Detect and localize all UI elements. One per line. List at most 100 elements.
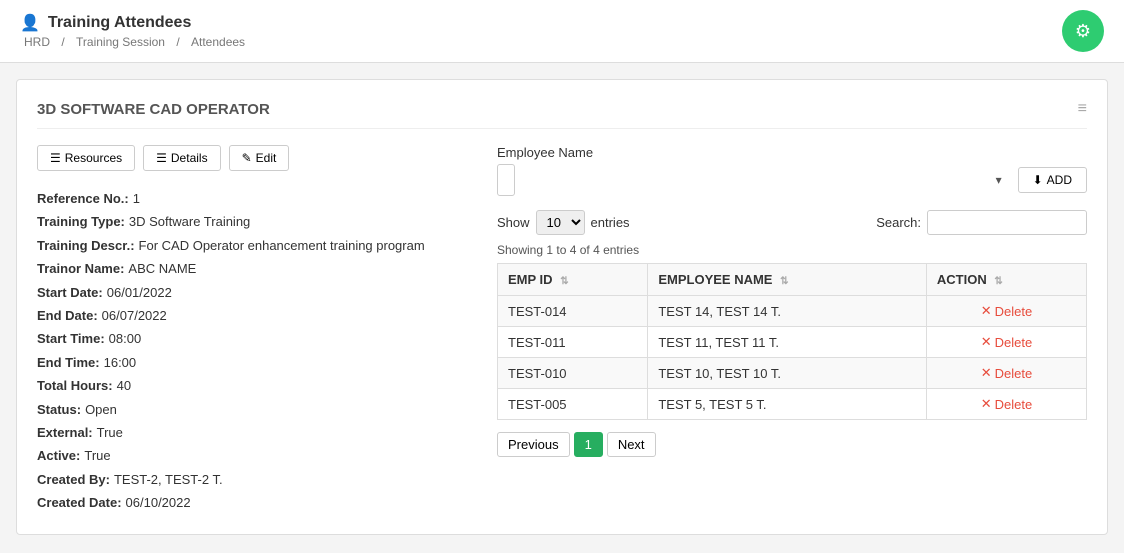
employee-name-select[interactable] bbox=[497, 164, 515, 196]
top-bar-left: 👤 Training Attendees HRD / Training Sess… bbox=[20, 13, 249, 49]
trainor-name-value: ABC NAME bbox=[128, 257, 196, 280]
trainor-name-label: Trainor Name: bbox=[37, 257, 124, 280]
created-by-label: Created By: bbox=[37, 468, 110, 491]
training-type-value: 3D Software Training bbox=[129, 210, 250, 233]
info-active: Active: True bbox=[37, 444, 477, 467]
delete-link[interactable]: ✕ Delete bbox=[981, 334, 1032, 350]
search-label: Search: bbox=[876, 215, 921, 230]
edit-label: Edit bbox=[256, 151, 277, 165]
section-header: 3D SOFTWARE CAD OPERATOR ≡ bbox=[37, 100, 1087, 129]
next-button[interactable]: Next bbox=[607, 432, 656, 457]
delete-x-icon: ✕ bbox=[981, 365, 992, 381]
created-by-value: TEST-2, TEST-2 T. bbox=[114, 468, 223, 491]
details-label: Details bbox=[171, 151, 208, 165]
cell-emp-id: TEST-011 bbox=[498, 327, 648, 358]
col-employee-name-label: EMPLOYEE NAME bbox=[658, 272, 772, 287]
sort-emp-id-icon[interactable]: ⇅ bbox=[560, 276, 568, 287]
breadcrumb-sep1: / bbox=[61, 35, 64, 49]
info-start-time: Start Time: 08:00 bbox=[37, 327, 477, 350]
next-label: Next bbox=[618, 437, 645, 452]
cell-action: ✕ Delete bbox=[926, 389, 1086, 420]
end-time-value: 16:00 bbox=[104, 351, 137, 374]
start-time-label: Start Time: bbox=[37, 327, 105, 350]
start-date-label: Start Date: bbox=[37, 281, 103, 304]
cell-employee-name: TEST 14, TEST 14 T. bbox=[648, 296, 927, 327]
sort-action-icon[interactable]: ⇅ bbox=[994, 276, 1002, 287]
edit-icon: ✎ bbox=[242, 151, 252, 165]
cell-employee-name: TEST 10, TEST 10 T. bbox=[648, 358, 927, 389]
info-external: External: True bbox=[37, 421, 477, 444]
table-row: TEST-010 TEST 10, TEST 10 T. ✕ Delete bbox=[498, 358, 1087, 389]
end-date-value: 06/07/2022 bbox=[102, 304, 167, 327]
attendees-table: EMP ID ⇅ EMPLOYEE NAME ⇅ ACTION ⇅ bbox=[497, 263, 1087, 420]
delete-label: Delete bbox=[995, 335, 1033, 350]
info-table: Reference No.: 1 Training Type: 3D Softw… bbox=[37, 187, 477, 514]
end-time-label: End Time: bbox=[37, 351, 100, 374]
total-hours-label: Total Hours: bbox=[37, 374, 113, 397]
delete-label: Delete bbox=[995, 397, 1033, 412]
table-header-row: EMP ID ⇅ EMPLOYEE NAME ⇅ ACTION ⇅ bbox=[498, 264, 1087, 296]
employee-name-row: ⬇ ADD bbox=[497, 164, 1087, 196]
cell-emp-id: TEST-014 bbox=[498, 296, 648, 327]
breadcrumb-hrd[interactable]: HRD bbox=[24, 35, 50, 49]
cell-employee-name: TEST 5, TEST 5 T. bbox=[648, 389, 927, 420]
content-body: ☰ Resources ☰ Details ✎ Edit Reference N… bbox=[37, 145, 1087, 514]
cell-action: ✕ Delete bbox=[926, 296, 1086, 327]
col-action: ACTION ⇅ bbox=[926, 264, 1086, 296]
table-row: TEST-011 TEST 11, TEST 11 T. ✕ Delete bbox=[498, 327, 1087, 358]
resources-button[interactable]: ☰ Resources bbox=[37, 145, 135, 171]
top-bar: 👤 Training Attendees HRD / Training Sess… bbox=[0, 0, 1124, 63]
show-entries: Show 10 25 50 entries bbox=[497, 210, 630, 235]
total-hours-value: 40 bbox=[117, 374, 131, 397]
end-date-label: End Date: bbox=[37, 304, 98, 327]
table-controls: Show 10 25 50 entries Search: bbox=[497, 210, 1087, 235]
external-label: External: bbox=[37, 421, 93, 444]
add-button[interactable]: ⬇ ADD bbox=[1018, 167, 1087, 193]
info-training-type: Training Type: 3D Software Training bbox=[37, 210, 477, 233]
entries-label: entries bbox=[591, 215, 630, 230]
delete-link[interactable]: ✕ Delete bbox=[981, 365, 1032, 381]
status-label: Status: bbox=[37, 398, 81, 421]
delete-x-icon: ✕ bbox=[981, 303, 992, 319]
resources-icon: ☰ bbox=[50, 151, 61, 165]
training-type-label: Training Type: bbox=[37, 210, 125, 233]
info-end-time: End Time: 16:00 bbox=[37, 351, 477, 374]
previous-button[interactable]: Previous bbox=[497, 432, 570, 457]
employee-name-label: Employee Name bbox=[497, 145, 1087, 160]
entries-select[interactable]: 10 25 50 bbox=[536, 210, 585, 235]
edit-button[interactable]: ✎ Edit bbox=[229, 145, 290, 171]
info-total-hours: Total Hours: 40 bbox=[37, 374, 477, 397]
info-start-date: Start Date: 06/01/2022 bbox=[37, 281, 477, 304]
add-label: ADD bbox=[1047, 173, 1072, 187]
col-employee-name: EMPLOYEE NAME ⇅ bbox=[648, 264, 927, 296]
sort-employee-name-icon[interactable]: ⇅ bbox=[780, 276, 788, 287]
delete-link[interactable]: ✕ Delete bbox=[981, 303, 1032, 319]
page-title: 👤 Training Attendees bbox=[20, 13, 249, 33]
info-training-descr: Training Descr.: For CAD Operator enhanc… bbox=[37, 234, 477, 257]
training-descr-label: Training Descr.: bbox=[37, 234, 135, 257]
breadcrumb-sep2: / bbox=[176, 35, 179, 49]
page-1-button[interactable]: 1 bbox=[574, 432, 603, 457]
external-value: True bbox=[97, 421, 123, 444]
menu-icon[interactable]: ≡ bbox=[1078, 100, 1087, 118]
toolbar: ☰ Resources ☰ Details ✎ Edit bbox=[37, 145, 477, 171]
previous-label: Previous bbox=[508, 437, 559, 452]
add-icon: ⬇ bbox=[1033, 173, 1043, 187]
cell-emp-id: TEST-005 bbox=[498, 389, 648, 420]
gear-button[interactable]: ⚙ bbox=[1062, 10, 1104, 52]
active-value: True bbox=[84, 444, 110, 467]
delete-link[interactable]: ✕ Delete bbox=[981, 396, 1032, 412]
search-input[interactable] bbox=[927, 210, 1087, 235]
info-trainor-name: Trainor Name: ABC NAME bbox=[37, 257, 477, 280]
info-created-by: Created By: TEST-2, TEST-2 T. bbox=[37, 468, 477, 491]
created-date-label: Created Date: bbox=[37, 491, 122, 514]
info-created-date: Created Date: 06/10/2022 bbox=[37, 491, 477, 514]
col-emp-id-label: EMP ID bbox=[508, 272, 553, 287]
details-button[interactable]: ☰ Details bbox=[143, 145, 220, 171]
breadcrumb-attendees[interactable]: Attendees bbox=[191, 35, 245, 49]
start-time-value: 08:00 bbox=[109, 327, 142, 350]
page-1-label: 1 bbox=[585, 437, 592, 452]
training-descr-value: For CAD Operator enhancement training pr… bbox=[139, 234, 425, 257]
breadcrumb-training-session[interactable]: Training Session bbox=[76, 35, 165, 49]
delete-label: Delete bbox=[995, 304, 1033, 319]
